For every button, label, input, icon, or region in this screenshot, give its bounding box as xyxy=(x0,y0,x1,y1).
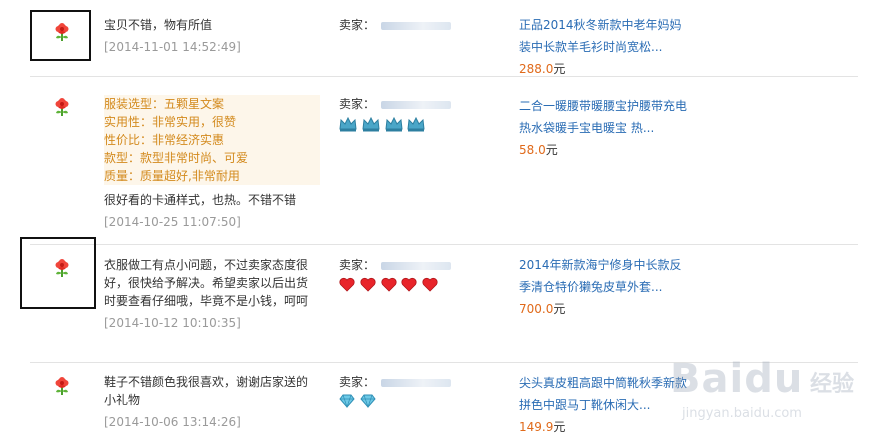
product-price: 58.0 xyxy=(519,143,546,157)
product-price: 149.9 xyxy=(519,420,554,434)
attribute-line: 款型：款型非常时尚、可爱 xyxy=(104,151,249,165)
currency-label: 元 xyxy=(553,62,566,76)
seller-label: 卖家： xyxy=(339,97,376,111)
seller-name-blurred[interactable] xyxy=(381,100,452,109)
currency-label: 元 xyxy=(553,302,566,316)
product-info: 正品2014秋冬新款中老年妈妈装中长款羊毛衫时尚宽松... 288.0元 xyxy=(519,14,691,80)
seller-info: 卖家： xyxy=(339,373,499,410)
seller-name-blurred[interactable] xyxy=(381,21,452,30)
comment-text: 宝贝不错，物有所值 xyxy=(104,18,213,32)
heart-icon xyxy=(401,277,418,297)
product-price: 700.0 xyxy=(519,302,554,316)
review-comment: 宝贝不错，物有所值 [2014-11-01 14:52:49] xyxy=(104,16,314,56)
seller-label: 卖家： xyxy=(339,375,376,389)
crown-icon xyxy=(385,116,403,137)
product-link[interactable]: 二合一暖腰带暖腰宝护腰带充电热水袋暖手宝电暖宝 热... xyxy=(519,95,691,139)
review-comment: 服装选型：五颗星文案 实用性：非常实用，很赞 性价比：非常经济实惠 款型：款型非… xyxy=(104,95,320,231)
crown-icon xyxy=(362,116,380,137)
seller-label: 卖家： xyxy=(339,18,376,32)
product-info: 二合一暖腰带暖腰宝护腰带充电热水袋暖手宝电暖宝 热... 58.0元 xyxy=(519,95,691,161)
crown-icon xyxy=(339,116,357,137)
heart-icon xyxy=(360,277,376,297)
seller-info: 卖家： xyxy=(339,95,499,132)
review-row: 服装选型：五颗星文案 实用性：非常实用，很赞 性价比：非常经济实惠 款型：款型非… xyxy=(30,77,858,245)
heart-icon xyxy=(381,277,397,297)
flower-icon xyxy=(52,97,74,119)
crown-icon xyxy=(407,116,426,137)
flower-icon xyxy=(52,258,74,280)
diamond-icon xyxy=(360,394,376,413)
review-date: [2014-11-01 14:52:49] xyxy=(104,40,241,54)
product-link[interactable]: 正品2014秋冬新款中老年妈妈装中长款羊毛衫时尚宽松... xyxy=(519,14,691,58)
diamond-icon xyxy=(339,394,355,413)
seller-rank-badges xyxy=(339,277,499,293)
comment-text: 衣服做工有点小问题，不过卖家态度很好，很快给予解决。希望卖家以后出货时要查看仔细… xyxy=(104,258,309,308)
seller-name-blurred[interactable] xyxy=(381,378,452,387)
baidu-jingyan-watermark: Baidu 经验 jingyan.baidu.com xyxy=(660,344,870,434)
seller-name-blurred[interactable] xyxy=(381,261,452,270)
review-date: [2014-10-06 13:14:26] xyxy=(104,415,241,429)
flower-icon xyxy=(52,376,74,398)
product-info: 2014年新款海宁修身中长款反季清仓特价獭兔皮草外套... 700.0元 xyxy=(519,254,691,320)
seller-info: 卖家： xyxy=(339,16,499,34)
seller-rank-badges xyxy=(339,394,499,410)
watermark-url: jingyan.baidu.com xyxy=(682,406,802,421)
attribute-line: 质量：质量超好,非常耐用 xyxy=(104,169,240,183)
review-attributes: 服装选型：五颗星文案 实用性：非常实用，很赞 性价比：非常经济实惠 款型：款型非… xyxy=(104,95,320,185)
heart-icon xyxy=(422,277,438,297)
price-line: 700.0元 xyxy=(519,298,691,320)
attribute-line: 服装选型：五颗星文案 xyxy=(104,97,225,111)
attribute-line: 实用性：非常实用，很赞 xyxy=(104,115,237,129)
review-comment: 衣服做工有点小问题，不过卖家态度很好，很快给予解决。希望卖家以后出货时要查看仔细… xyxy=(104,256,314,332)
heart-icon xyxy=(339,277,355,297)
seller-label: 卖家： xyxy=(339,258,376,272)
price-line: 58.0元 xyxy=(519,139,691,161)
currency-label: 元 xyxy=(545,143,558,157)
review-comment: 鞋子不错颜色我很喜欢，谢谢店家送的小礼物 [2014-10-06 13:14:2… xyxy=(104,373,314,431)
attribute-line: 性价比：非常经济实惠 xyxy=(104,133,225,147)
review-date: [2014-10-12 10:10:35] xyxy=(104,316,241,330)
review-row: 宝贝不错，物有所值 [2014-11-01 14:52:49] 卖家： 正品20… xyxy=(30,0,858,77)
watermark-cn: 经验 xyxy=(810,372,855,397)
comment-text: 鞋子不错颜色我很喜欢，谢谢店家送的小礼物 xyxy=(104,375,309,407)
product-price: 288.0 xyxy=(519,62,554,76)
comment-text: 很好看的卡通样式，也热。不错不错 xyxy=(104,193,297,207)
seller-rank-badges xyxy=(339,116,499,132)
flower-icon xyxy=(52,22,74,44)
currency-label: 元 xyxy=(553,420,566,434)
review-date: [2014-10-25 11:07:50] xyxy=(104,215,241,229)
seller-info: 卖家： xyxy=(339,256,499,293)
watermark-logo: Baidu xyxy=(670,356,804,402)
product-link[interactable]: 2014年新款海宁修身中长款反季清仓特价獭兔皮草外套... xyxy=(519,254,691,298)
